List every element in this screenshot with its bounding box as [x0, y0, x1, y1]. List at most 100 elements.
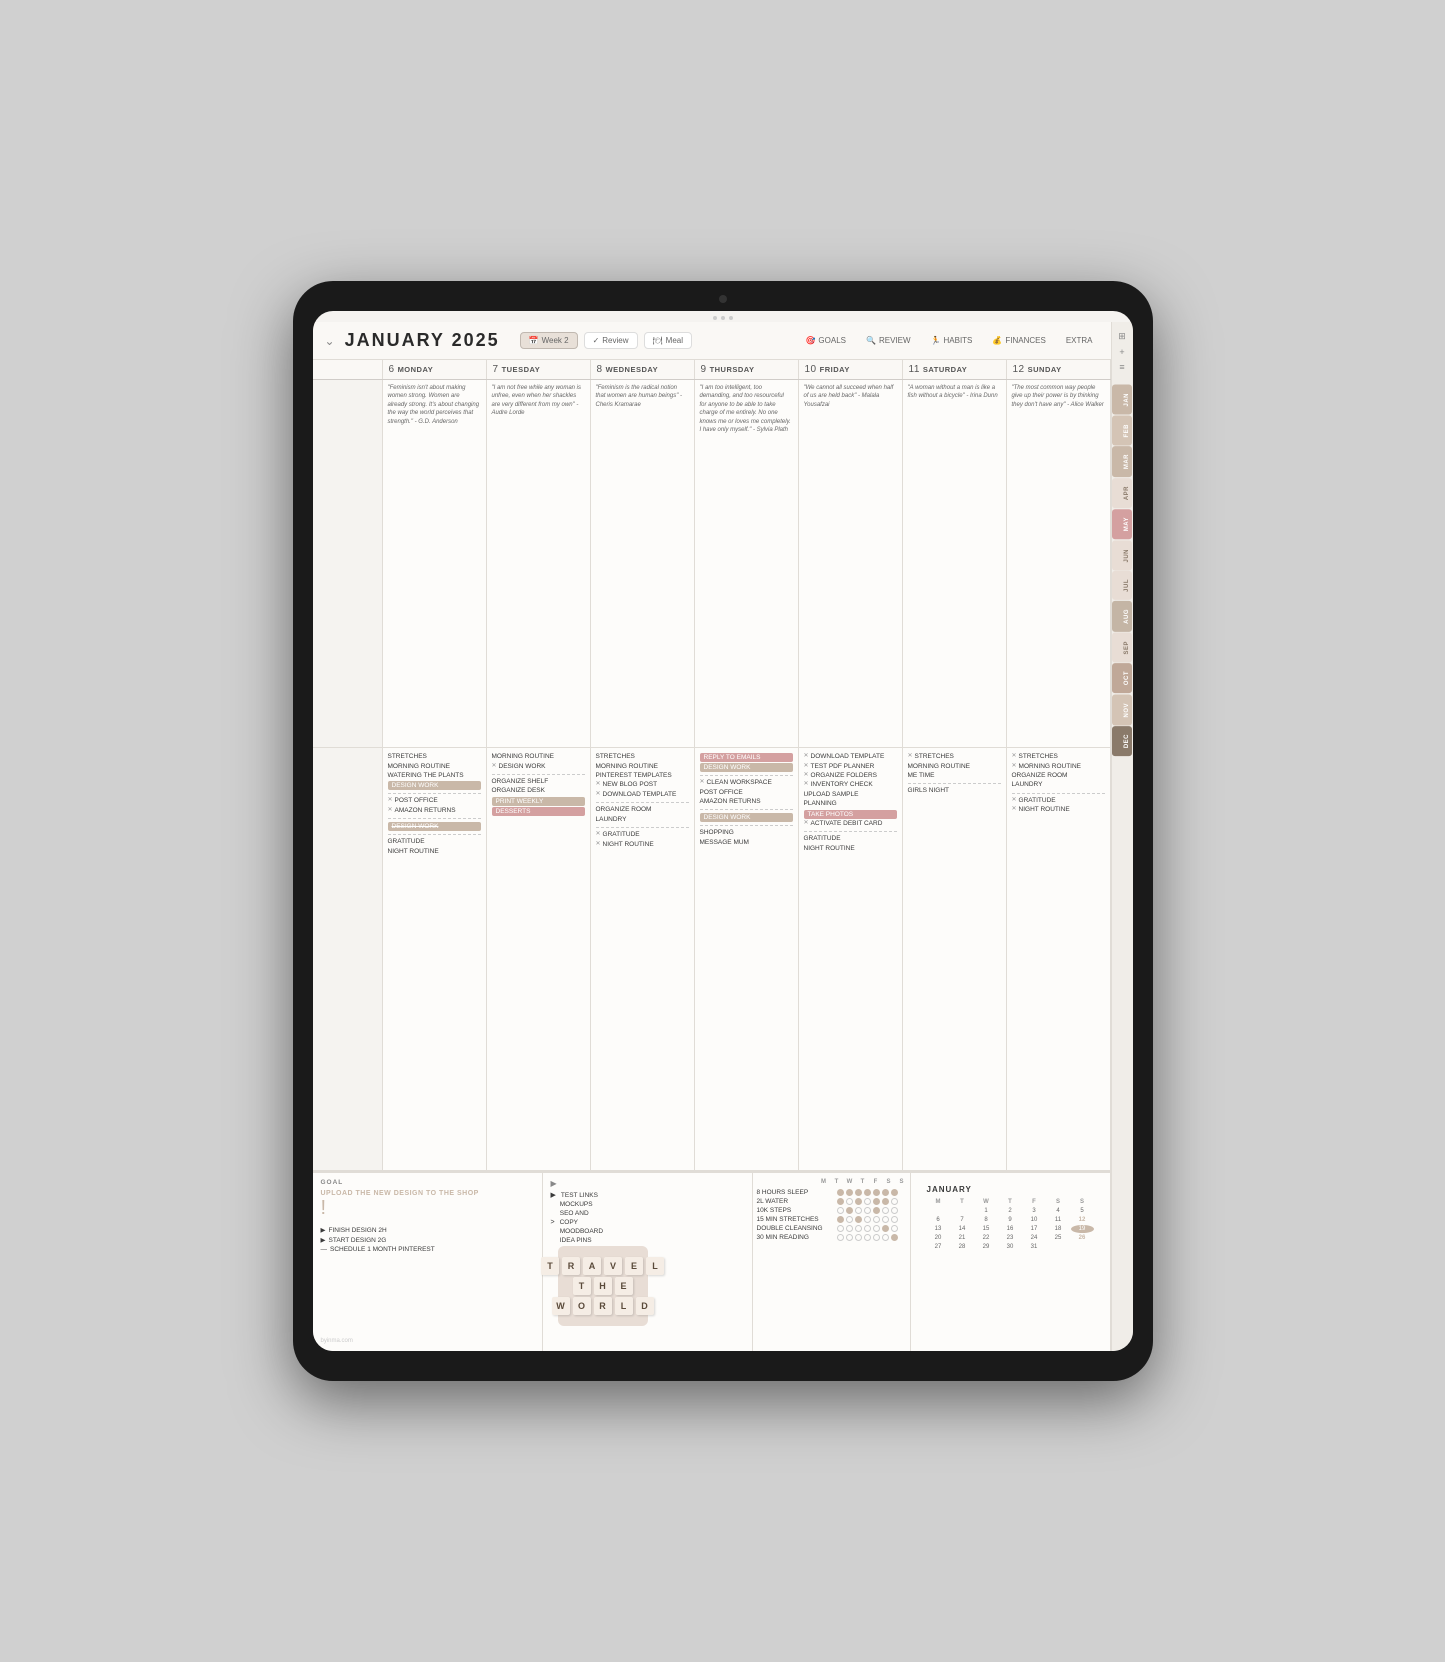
- dot[interactable]: [891, 1189, 898, 1196]
- dot[interactable]: [864, 1234, 871, 1241]
- cal-day-today[interactable]: 19: [1071, 1225, 1094, 1233]
- dot[interactable]: [882, 1234, 889, 1241]
- dot[interactable]: [837, 1216, 844, 1223]
- dot[interactable]: [891, 1207, 898, 1214]
- dot[interactable]: [882, 1225, 889, 1232]
- cal-day[interactable]: 21: [951, 1234, 974, 1242]
- cal-day[interactable]: 27: [927, 1243, 950, 1251]
- icon-plus[interactable]: +: [1119, 347, 1124, 357]
- cal-day[interactable]: 15: [975, 1225, 998, 1233]
- dot[interactable]: [873, 1198, 880, 1205]
- cell-sat-tasks[interactable]: STRETCHES MORNING ROUTINE ME TIME GIRLS …: [903, 748, 1007, 1171]
- dot[interactable]: [873, 1234, 880, 1241]
- side-tab-jun[interactable]: JUN: [1112, 541, 1132, 571]
- cal-day[interactable]: 14: [951, 1225, 974, 1233]
- icon-grid[interactable]: ⊞: [1118, 331, 1126, 342]
- dot[interactable]: [891, 1234, 898, 1241]
- btn-habits[interactable]: 🏃 HABITS: [925, 334, 979, 347]
- dot[interactable]: [855, 1207, 862, 1214]
- check-item-1[interactable]: ▶ TEST LINKS: [551, 1191, 744, 1199]
- cal-day[interactable]: 23: [999, 1234, 1022, 1242]
- dot[interactable]: [846, 1234, 853, 1241]
- btn-goals[interactable]: 🎯 GOALS: [799, 334, 852, 347]
- check-item-3[interactable]: □ SEO AND: [551, 1210, 744, 1217]
- cal-day[interactable]: 20: [927, 1234, 950, 1242]
- dot[interactable]: [864, 1189, 871, 1196]
- cell-wed-tasks[interactable]: STRETCHES MORNING ROUTINE PINTEREST TEMP…: [591, 748, 695, 1171]
- side-tab-feb[interactable]: FEB: [1112, 416, 1132, 446]
- cal-day[interactable]: 9: [999, 1216, 1022, 1224]
- dot[interactable]: [882, 1216, 889, 1223]
- btn-finances[interactable]: 💰 FINANCES: [986, 334, 1051, 347]
- side-tab-jul[interactable]: JUL: [1112, 571, 1132, 600]
- side-tab-apr[interactable]: APR: [1112, 478, 1132, 508]
- dot[interactable]: [882, 1189, 889, 1196]
- arrow-back[interactable]: ⌄: [325, 334, 335, 348]
- dot[interactable]: [837, 1234, 844, 1241]
- icon-bars[interactable]: ≡: [1119, 362, 1124, 372]
- cell-fri-tasks[interactable]: DOWNLOAD TEMPLATE TEST PDF PLANNER ORGAN…: [799, 748, 903, 1171]
- dot[interactable]: [837, 1207, 844, 1214]
- goal-item-3[interactable]: — SCHEDULE 1 MONTH PINTEREST: [321, 1246, 534, 1253]
- check-item-2[interactable]: □ MOCKUPS: [551, 1201, 744, 1208]
- cell-mon-tasks[interactable]: STRETCHES MORNING ROUTINE WATERING THE P…: [383, 748, 487, 1171]
- side-tab-dec[interactable]: DEC: [1112, 726, 1132, 756]
- dot[interactable]: [882, 1207, 889, 1214]
- cal-day[interactable]: 6: [927, 1216, 950, 1224]
- dot[interactable]: [846, 1225, 853, 1232]
- cal-day[interactable]: 2: [999, 1207, 1022, 1215]
- side-tab-mar[interactable]: MAR: [1112, 446, 1132, 477]
- cal-day[interactable]: 3: [1023, 1207, 1046, 1215]
- check-item-5[interactable]: □ MOODBOARD: [551, 1228, 744, 1235]
- cal-day[interactable]: 17: [1023, 1225, 1046, 1233]
- dot[interactable]: [891, 1198, 898, 1205]
- side-tab-nov[interactable]: NOV: [1112, 695, 1132, 726]
- cal-day[interactable]: 10: [1023, 1216, 1046, 1224]
- check-item-6[interactable]: □ IDEA PINS: [551, 1237, 744, 1244]
- cal-day[interactable]: 26: [1071, 1234, 1094, 1242]
- dot[interactable]: [846, 1198, 853, 1205]
- side-tab-sep[interactable]: SEP: [1112, 633, 1132, 663]
- cal-day[interactable]: 1: [975, 1207, 998, 1215]
- cal-day[interactable]: 31: [1023, 1243, 1046, 1251]
- dot[interactable]: [837, 1198, 844, 1205]
- dot[interactable]: [891, 1225, 898, 1232]
- side-tab-jan[interactable]: JAN: [1112, 385, 1132, 415]
- dot[interactable]: [846, 1216, 853, 1223]
- dot[interactable]: [891, 1216, 898, 1223]
- dot[interactable]: [873, 1225, 880, 1232]
- btn-extra[interactable]: EXTRA: [1060, 334, 1099, 347]
- tab-week2[interactable]: 📅 Week 2: [520, 332, 578, 349]
- tab-review[interactable]: ✓ Review: [584, 332, 638, 349]
- cal-day[interactable]: 29: [975, 1243, 998, 1251]
- goal-item-1[interactable]: ▶ FINISH DESIGN 2H: [321, 1226, 534, 1234]
- side-tab-oct[interactable]: OCT: [1112, 663, 1132, 693]
- tab-meal[interactable]: 🍽 Meal: [644, 332, 693, 349]
- dot[interactable]: [837, 1189, 844, 1196]
- cal-day[interactable]: 12: [1071, 1216, 1094, 1224]
- dot[interactable]: [855, 1216, 862, 1223]
- dot[interactable]: [846, 1189, 853, 1196]
- cell-tue-tasks[interactable]: MORNING ROUTINE DESIGN WORK ORGANIZE SHE…: [487, 748, 591, 1171]
- cal-day[interactable]: 16: [999, 1225, 1022, 1233]
- cell-thu-tasks[interactable]: REPLY TO EMAILS DESIGN WORK CLEAN WORKSP…: [695, 748, 799, 1171]
- cal-day[interactable]: 5: [1071, 1207, 1094, 1215]
- dot[interactable]: [873, 1189, 880, 1196]
- dot[interactable]: [864, 1198, 871, 1205]
- cal-day[interactable]: 8: [975, 1216, 998, 1224]
- goal-item-2[interactable]: ▶ START DESIGN 2G: [321, 1236, 534, 1244]
- dot[interactable]: [837, 1225, 844, 1232]
- cal-day[interactable]: 11: [1047, 1216, 1070, 1224]
- cal-day[interactable]: 4: [1047, 1207, 1070, 1215]
- dot[interactable]: [864, 1225, 871, 1232]
- cal-day[interactable]: [951, 1207, 974, 1215]
- cal-day[interactable]: 13: [927, 1225, 950, 1233]
- dot[interactable]: [855, 1234, 862, 1241]
- check-item-4[interactable]: > COPY: [551, 1219, 744, 1226]
- dot[interactable]: [873, 1207, 880, 1214]
- dot[interactable]: [855, 1225, 862, 1232]
- cal-day[interactable]: 24: [1023, 1234, 1046, 1242]
- cal-day[interactable]: 28: [951, 1243, 974, 1251]
- cal-day[interactable]: 25: [1047, 1234, 1070, 1242]
- side-tab-may[interactable]: MAY: [1112, 509, 1132, 539]
